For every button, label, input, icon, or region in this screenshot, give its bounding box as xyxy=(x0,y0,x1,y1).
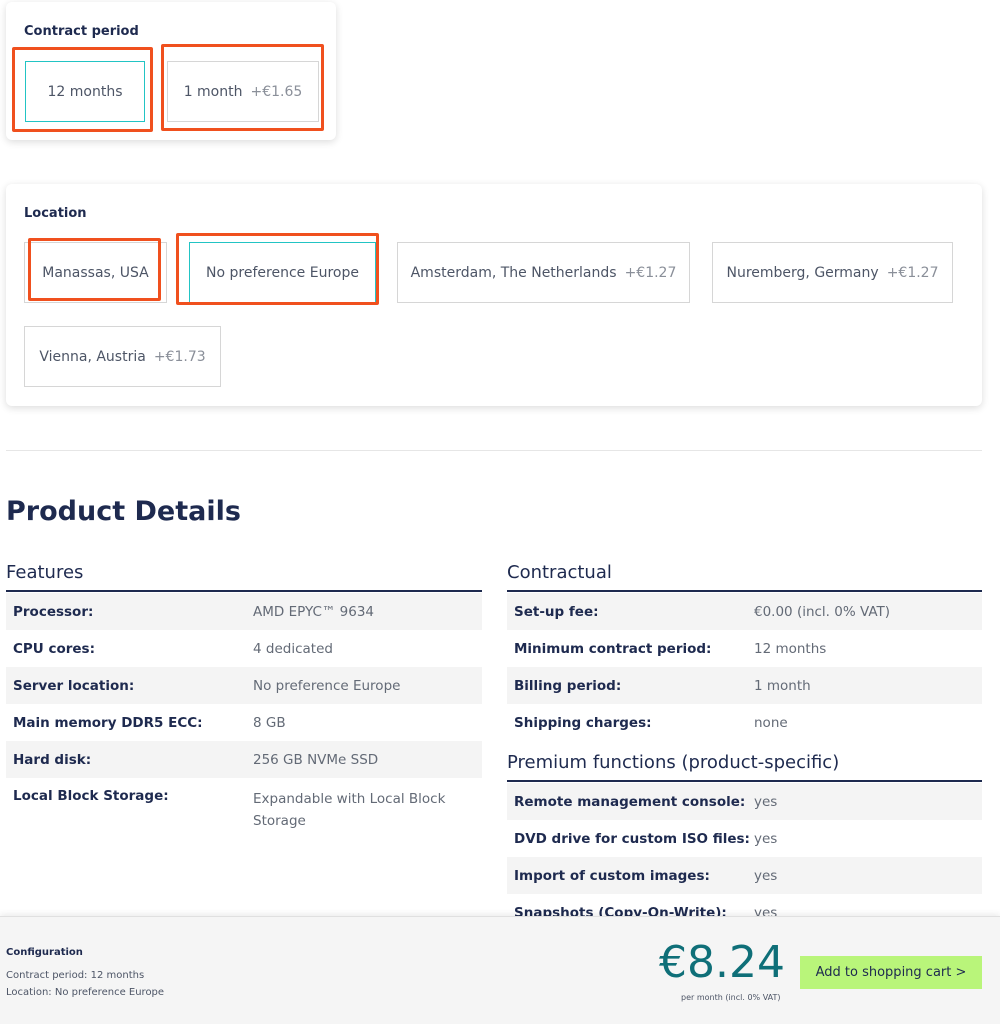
row-label: Local Block Storage: xyxy=(13,788,169,804)
option-label: 12 months xyxy=(47,83,123,100)
feature-row-processor: Processor: AMD EPYC™ 9634 xyxy=(6,593,482,630)
contract-period-title: Contract period xyxy=(24,24,139,39)
configuration-location: Location: No preference Europe xyxy=(6,987,165,998)
premium-row-custom-images: Import of custom images: yes xyxy=(507,857,982,894)
feature-row-server-location: Server location: No preference Europe xyxy=(6,667,482,704)
row-label: Processor: xyxy=(13,603,94,620)
contract-option-1-month[interactable]: 1 month +€1.65 xyxy=(167,61,319,122)
row-value: yes xyxy=(754,793,778,810)
row-value: yes xyxy=(754,867,778,884)
row-value: AMD EPYC™ 9634 xyxy=(253,603,375,620)
total-price: €8.24 xyxy=(659,937,785,988)
row-label: Billing period: xyxy=(514,677,622,694)
configuration-title: Configuration xyxy=(6,947,83,958)
row-value: €0.00 (incl. 0% VAT) xyxy=(754,603,891,620)
contract-row-billing-period: Billing period: 1 month xyxy=(507,667,982,704)
row-value: No preference Europe xyxy=(253,677,401,694)
row-label: Minimum contract period: xyxy=(514,640,712,657)
row-value: 256 GB NVMe SSD xyxy=(253,751,379,768)
option-price: +€1.27 xyxy=(624,264,677,281)
row-value: 1 month xyxy=(754,677,811,694)
configuration-contract: Contract period: 12 months xyxy=(6,970,145,981)
option-label: Vienna, Austria xyxy=(39,348,146,365)
option-label: Nuremberg, Germany xyxy=(726,264,879,281)
configuration-footer: Configuration Contract period: 12 months… xyxy=(0,916,1000,1024)
location-title: Location xyxy=(24,206,87,221)
row-label: Set-up fee: xyxy=(514,603,599,620)
row-value: 8 GB xyxy=(253,714,286,731)
row-label: DVD drive for custom ISO files: xyxy=(514,830,750,847)
row-label: Server location: xyxy=(13,677,135,694)
row-value: Expandable with Local Block Storage xyxy=(253,791,446,829)
contract-row-setup-fee: Set-up fee: €0.00 (incl. 0% VAT) xyxy=(507,593,982,630)
option-label: No preference Europe xyxy=(206,264,359,281)
add-to-cart-button[interactable]: Add to shopping cart > xyxy=(800,956,982,989)
feature-row-main-memory: Main memory DDR5 ECC: 8 GB xyxy=(6,704,482,741)
row-value: 12 months xyxy=(754,640,827,657)
option-price: +€1.65 xyxy=(250,83,303,100)
location-option-amsterdam[interactable]: Amsterdam, The Netherlands +€1.27 xyxy=(397,242,690,303)
location-card: Location Manassas, USA No preference Eur… xyxy=(6,184,982,406)
price-note: per month (incl. 0% VAT) xyxy=(681,993,781,1002)
option-label: Amsterdam, The Netherlands xyxy=(410,264,617,281)
option-label: 1 month xyxy=(183,83,243,100)
feature-row-local-block-storage: Local Block Storage: Expandable with Loc… xyxy=(6,778,482,838)
premium-functions-heading: Premium functions (product-specific) xyxy=(507,752,982,782)
contract-period-card: Contract period 12 months 1 month +€1.65 xyxy=(6,2,336,140)
premium-row-dvd-drive: DVD drive for custom ISO files: yes xyxy=(507,820,982,857)
row-value: none xyxy=(754,714,788,731)
row-label: Shipping charges: xyxy=(514,714,652,731)
features-heading: Features xyxy=(6,562,482,592)
location-option-nuremberg[interactable]: Nuremberg, Germany +€1.27 xyxy=(712,242,953,303)
row-value: yes xyxy=(754,830,778,847)
contractual-heading: Contractual xyxy=(507,562,982,592)
row-label: Import of custom images: xyxy=(514,867,710,884)
option-price: +€1.73 xyxy=(153,348,206,365)
product-details-heading: Product Details xyxy=(6,496,241,527)
row-value: 4 dedicated xyxy=(253,640,333,657)
location-option-vienna[interactable]: Vienna, Austria +€1.73 xyxy=(24,326,221,387)
row-label: CPU cores: xyxy=(13,640,95,657)
contract-row-minimum-period: Minimum contract period: 12 months xyxy=(507,630,982,667)
contract-row-shipping: Shipping charges: none xyxy=(507,704,982,741)
row-label: Hard disk: xyxy=(13,751,92,768)
premium-row-remote-console: Remote management console: yes xyxy=(507,783,982,820)
feature-row-hard-disk: Hard disk: 256 GB NVMe SSD xyxy=(6,741,482,778)
location-option-manassas[interactable]: Manassas, USA xyxy=(24,242,167,303)
section-divider xyxy=(6,450,982,451)
row-label: Main memory DDR5 ECC: xyxy=(13,714,203,731)
option-price: +€1.27 xyxy=(886,264,939,281)
row-label: Remote management console: xyxy=(514,793,746,810)
option-label: Manassas, USA xyxy=(42,264,149,281)
location-option-no-preference-europe[interactable]: No preference Europe xyxy=(189,242,376,303)
contract-option-12-months[interactable]: 12 months xyxy=(25,61,145,122)
feature-row-cpu-cores: CPU cores: 4 dedicated xyxy=(6,630,482,667)
